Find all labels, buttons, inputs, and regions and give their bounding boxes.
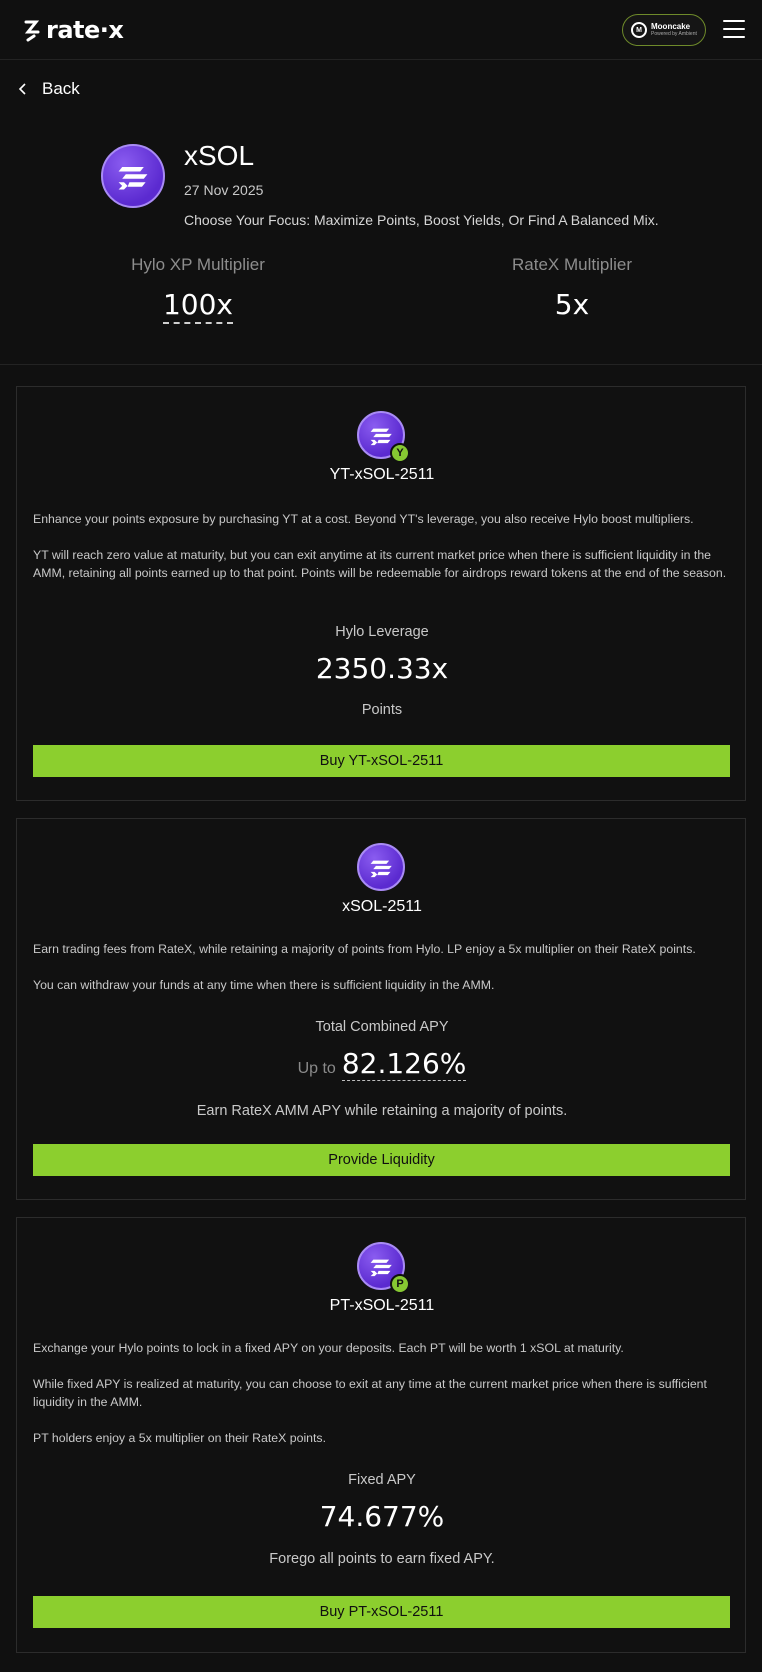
- pt-description-1: Exchange your Hylo points to lock in a f…: [33, 1341, 624, 1355]
- market-description: Choose Your Focus: Maximize Points, Boos…: [184, 212, 659, 228]
- yt-metric-label: Hylo Leverage: [335, 624, 429, 640]
- yt-description-1: Enhance your points exposure by purchasi…: [33, 512, 694, 526]
- yt-token-name: YT-xSOL-2511: [329, 466, 435, 483]
- partner-title: Mooncake: [651, 22, 691, 31]
- lp-token-name: xSOL-2511: [342, 898, 422, 915]
- yt-metric-sub: Points: [361, 702, 403, 718]
- yt-description-2: YT will reach zero value at maturity, bu…: [33, 548, 727, 580]
- pt-metric-sub: Forego all points to earn fixed APY.: [269, 1551, 495, 1567]
- provide-liquidity-button[interactable]: Provide Liquidity: [33, 1144, 730, 1176]
- lp-card: xSOL-2511 Earn trading fees from RateX, …: [16, 818, 746, 1200]
- pt-description-2: While fixed APY is realized at maturity,…: [33, 1377, 707, 1409]
- pt-card: P PT-xSOL-2511 Exchange your Hylo points…: [16, 1217, 746, 1653]
- lp-description-1: Earn trading fees from RateX, while reta…: [33, 942, 696, 956]
- ratex-logo-icon: [24, 20, 40, 42]
- logo-text: rate·x: [46, 16, 124, 44]
- back-button[interactable]: Back: [18, 76, 80, 102]
- lp-metric: Up to 82.126%: [17, 1047, 747, 1081]
- pt-token-name: PT-xSOL-2511: [329, 1297, 435, 1314]
- pt-metric-label: Fixed APY: [348, 1472, 416, 1488]
- buy-yt-button[interactable]: Buy YT-xSOL-2511: [33, 745, 730, 777]
- lp-metric-value[interactable]: 82.126%: [341, 1047, 467, 1081]
- pt-badge: P: [390, 1274, 410, 1294]
- xsol-token-icon: [101, 144, 165, 208]
- market-title: xSOL: [184, 140, 255, 171]
- lp-metric-sub: Earn RateX AMM APY while retaining a maj…: [196, 1103, 568, 1119]
- ratex-logo[interactable]: rate·x: [22, 16, 124, 44]
- hylo-multiplier-value[interactable]: 100x: [78, 288, 318, 324]
- xsol-token-icon: [357, 843, 405, 891]
- buy-pt-button[interactable]: Buy PT-xSOL-2511: [33, 1596, 730, 1628]
- market-header: xSOL 27 Nov 2025 Choose Your Focus: Maxi…: [0, 120, 762, 365]
- back-label: Back: [42, 79, 80, 98]
- partner-badge[interactable]: M Mooncake Powered by Ambient: [622, 14, 706, 46]
- ratex-multiplier-label: RateX Multiplier: [512, 255, 632, 274]
- pt-description-3: PT holders enjoy a 5x multiplier on thei…: [33, 1431, 326, 1445]
- hamburger-menu-icon[interactable]: [723, 20, 745, 38]
- chevron-left-icon: [18, 83, 26, 95]
- top-bar: rate·x M Mooncake Powered by Ambient: [0, 0, 762, 60]
- hylo-multiplier-label: Hylo XP Multiplier: [131, 255, 265, 274]
- yt-badge: Y: [390, 443, 410, 463]
- lp-description-2: You can withdraw your funds at any time …: [33, 978, 495, 992]
- partner-subtitle: Powered by Ambient: [651, 31, 697, 37]
- pt-metric-value: 74.677%: [319, 1500, 445, 1533]
- lp-metric-prefix: Up to: [297, 1060, 336, 1077]
- maturity-date: 27 Nov 2025: [184, 182, 264, 198]
- mooncake-icon: M: [631, 22, 647, 38]
- yt-metric-value: 2350.33x: [315, 652, 449, 685]
- lp-metric-label: Total Combined APY: [315, 1019, 449, 1035]
- yt-card: Y YT-xSOL-2511 Enhance your points expos…: [16, 386, 746, 801]
- ratex-multiplier-value: 5x: [554, 288, 590, 321]
